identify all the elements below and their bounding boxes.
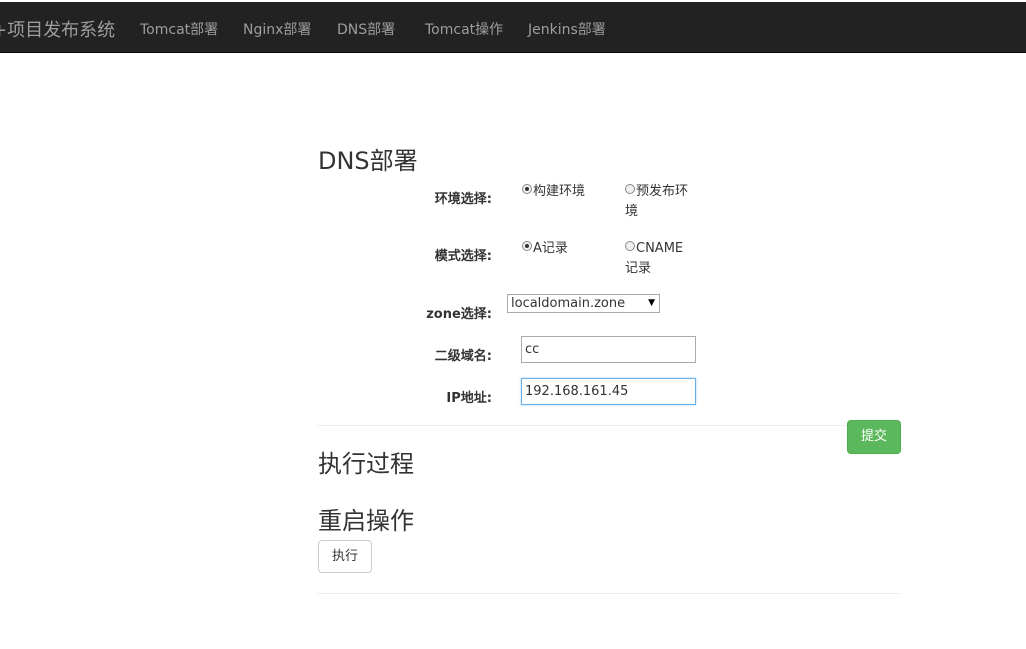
top-navbar: +项目发布系统 Tomcat部署 Nginx部署 DNS部署 Tomcat操作 … (0, 2, 1026, 53)
brand-title[interactable]: +项目发布系统 (0, 16, 115, 42)
env-prerelease-text-2: 境 (625, 204, 639, 219)
ip-address-input[interactable] (521, 378, 696, 405)
env-prerelease-text-1: 预发布环 (636, 184, 689, 199)
dropdown-arrow-icon[interactable]: ▼ (648, 295, 655, 312)
radio-unchecked-icon[interactable] (625, 241, 635, 251)
radio-checked-icon[interactable] (522, 241, 532, 251)
radio-unchecked-icon[interactable] (625, 184, 635, 194)
subdomain-input[interactable] (521, 336, 696, 363)
mode-option-cname[interactable]: CNAME 记录 (625, 239, 683, 279)
divider (318, 425, 901, 426)
nav-tomcat-deploy[interactable]: Tomcat部署 (140, 19, 218, 39)
mode-cname-text-1: CNAME (636, 241, 684, 256)
mode-a-text: A记录 (533, 241, 568, 256)
env-label: 环境选择: (434, 192, 492, 207)
nav-jenkins-deploy[interactable]: Jenkins部署 (528, 19, 606, 39)
env-build-text: 构建环境 (533, 184, 586, 199)
ip-label: IP地址: (446, 391, 492, 406)
restart-section-title: 重启操作 (318, 507, 414, 535)
zone-label: zone选择: (426, 307, 492, 322)
zone-select[interactable]: localdomain.zone ▼ (507, 294, 660, 313)
divider-bottom (318, 593, 901, 594)
process-section-title: 执行过程 (318, 450, 414, 478)
zone-select-value: localdomain.zone (511, 296, 626, 311)
env-option-prerelease[interactable]: 预发布环 境 (625, 182, 688, 222)
nav-dns-deploy[interactable]: DNS部署 (337, 19, 395, 39)
env-option-build[interactable]: 构建环境 (522, 182, 585, 202)
execute-button[interactable]: 执行 (318, 540, 372, 573)
page-title: DNS部署 (318, 147, 418, 175)
submit-button[interactable]: 提交 (847, 420, 901, 454)
mode-option-a-record[interactable]: A记录 (522, 239, 568, 259)
nav-tomcat-ops[interactable]: Tomcat操作 (425, 19, 503, 39)
mode-cname-text-2: 记录 (625, 261, 652, 276)
mode-label: 模式选择: (434, 249, 492, 264)
nav-nginx-deploy[interactable]: Nginx部署 (243, 19, 311, 39)
radio-checked-icon[interactable] (522, 184, 532, 194)
subdomain-label: 二级域名: (434, 349, 492, 364)
